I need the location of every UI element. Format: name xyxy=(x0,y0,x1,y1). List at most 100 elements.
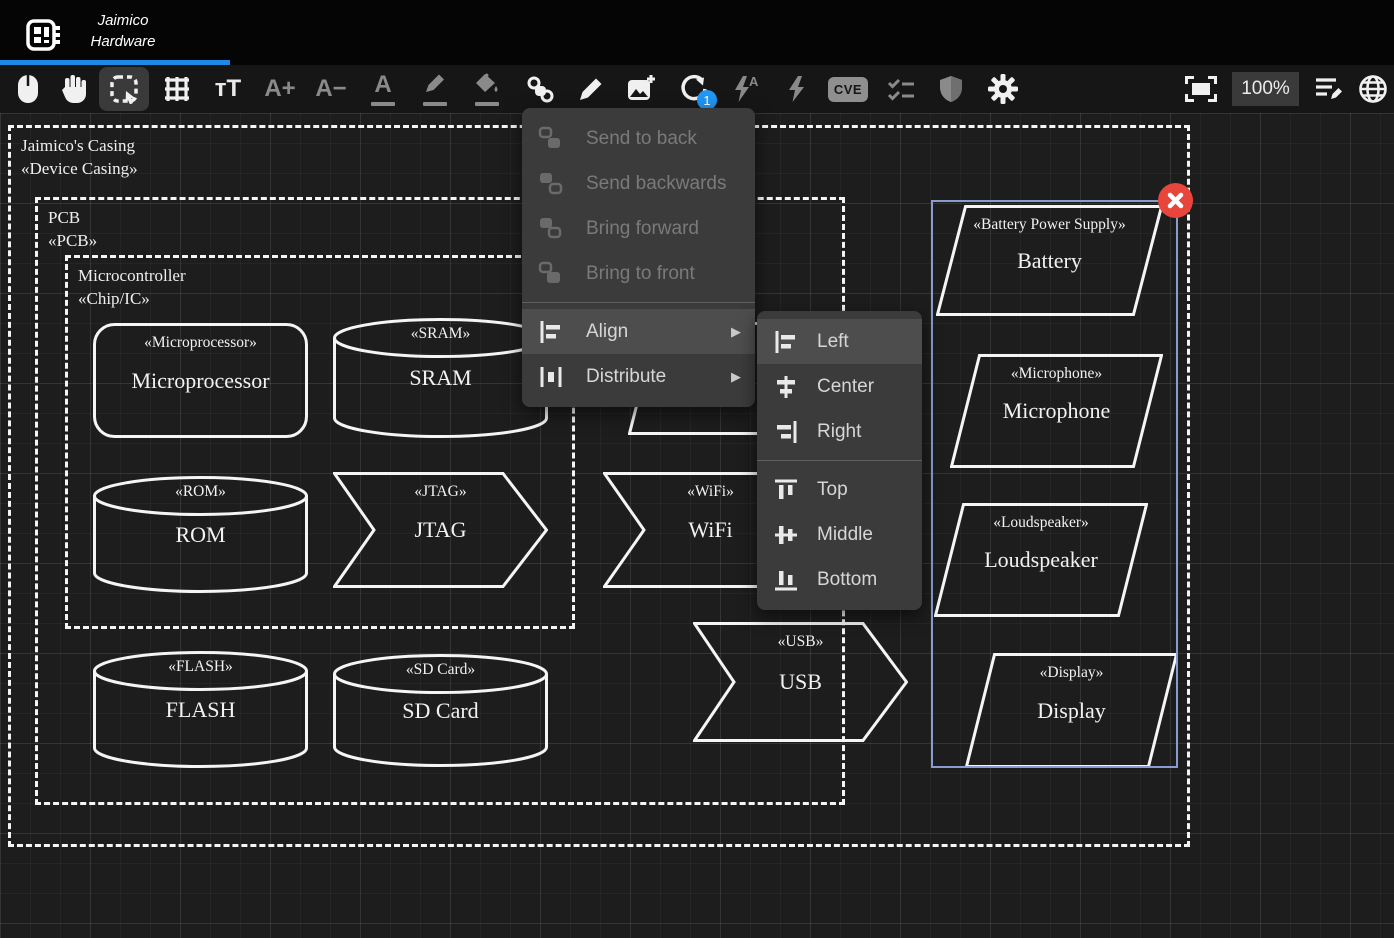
menu-item-send-backwards[interactable]: Send backwards xyxy=(522,161,755,206)
zoom-level-value: 100% xyxy=(1241,78,1290,100)
tab-title: Jaimico Hardware xyxy=(58,10,188,52)
font-color-swatch xyxy=(371,102,395,106)
menu-item-send-to-back[interactable]: Send to back xyxy=(522,116,755,161)
fill-color-swatch xyxy=(475,102,499,106)
pan-tool-button[interactable] xyxy=(50,67,100,111)
submenu-item-align-left[interactable]: Left xyxy=(757,319,922,364)
threat-bolt-icon xyxy=(784,75,808,103)
menu-separator xyxy=(522,302,755,303)
tab-jaimico-hardware[interactable]: Jaimico Hardware xyxy=(0,0,230,65)
menu-item-label: Align xyxy=(586,321,628,343)
align-center-icon xyxy=(773,374,799,400)
node-stereotype: «ROM» xyxy=(93,483,308,501)
cve-badge: CVE xyxy=(828,77,868,102)
fit-screen-button[interactable] xyxy=(1176,67,1226,111)
menu-item-label: Bottom xyxy=(817,569,877,591)
device-casing-label: Jaimico's Casing «Device Casing» xyxy=(21,134,138,180)
link-shapes-button[interactable] xyxy=(515,67,565,111)
menu-item-align[interactable]: Align ▶ xyxy=(522,309,755,354)
node-jtag[interactable]: «JTAG» JTAG xyxy=(333,472,548,588)
tab-title-line2: Hardware xyxy=(58,31,188,52)
submenu-item-align-bottom[interactable]: Bottom xyxy=(757,557,922,602)
submenu-item-align-top[interactable]: Top xyxy=(757,467,922,512)
font-decrease-icon: A− xyxy=(315,75,346,103)
grid-toggle-button[interactable] xyxy=(152,67,202,111)
align-left-icon xyxy=(773,329,799,355)
edit-tool-button[interactable] xyxy=(566,67,616,111)
select-tool-button[interactable] xyxy=(99,67,149,111)
menu-item-label: Distribute xyxy=(586,366,666,388)
stroke-color-swatch xyxy=(423,102,447,106)
menu-item-bring-forward[interactable]: Bring forward xyxy=(522,206,755,251)
notes-edit-icon xyxy=(1314,76,1344,102)
device-casing-name: Jaimico's Casing xyxy=(21,134,138,157)
menu-item-label: Right xyxy=(817,421,861,443)
menu-separator xyxy=(757,460,922,461)
zoom-level-control[interactable]: 100% xyxy=(1232,72,1299,106)
context-menu: Send to back Send backwards Bring forwar… xyxy=(522,108,755,407)
node-rom[interactable]: «ROM» ROM xyxy=(93,476,308,593)
svg-text:A: A xyxy=(749,75,759,89)
microcontroller-stereotype: «Chip/IC» xyxy=(78,287,186,310)
remove-selection-button[interactable] xyxy=(1158,183,1193,218)
node-stereotype: «JTAG» xyxy=(333,483,548,501)
node-usb[interactable]: «USB» USB xyxy=(693,622,908,742)
distribute-icon xyxy=(538,364,564,390)
selection-rectangle[interactable] xyxy=(931,200,1178,768)
fill-color-button[interactable] xyxy=(462,67,512,111)
stroke-color-button[interactable] xyxy=(410,67,460,111)
font-increase-button[interactable]: A+ xyxy=(255,67,305,111)
node-stereotype: «FLASH» xyxy=(93,658,308,676)
node-name: Microprocessor xyxy=(93,368,308,394)
auto-threat-button[interactable]: A xyxy=(721,67,771,111)
device-casing-stereotype: «Device Casing» xyxy=(21,157,138,180)
text-size-button[interactable]: тT xyxy=(203,67,253,111)
pcb-stereotype: «PCB» xyxy=(48,229,97,252)
font-decrease-button[interactable]: A− xyxy=(306,67,356,111)
node-name: FLASH xyxy=(93,697,308,723)
menu-item-label: Bring to front xyxy=(586,263,695,285)
threat-button[interactable] xyxy=(771,67,821,111)
menu-item-label: Send to back xyxy=(586,128,697,150)
node-microprocessor[interactable]: «Microprocessor» Microprocessor xyxy=(93,323,308,438)
font-color-button[interactable]: A xyxy=(358,67,408,111)
node-sram[interactable]: «SRAM» SRAM xyxy=(333,318,548,438)
app-window: { "tab": { "line1": "Jaimico", "line2": … xyxy=(0,0,1394,938)
language-button[interactable] xyxy=(1348,67,1394,111)
menu-item-label: Bring forward xyxy=(586,218,699,240)
shield-button[interactable] xyxy=(926,67,976,111)
node-stereotype: «USB» xyxy=(693,633,908,651)
cve-button[interactable]: CVE xyxy=(823,67,873,111)
align-submenu: Left Center Right Top Middle xyxy=(757,311,922,610)
pan-hand-icon xyxy=(61,74,89,104)
notes-edit-button[interactable] xyxy=(1304,67,1354,111)
redo-count-badge: 1 xyxy=(697,90,717,110)
node-flash[interactable]: «FLASH» FLASH xyxy=(93,651,308,768)
submenu-item-align-middle[interactable]: Middle xyxy=(757,512,922,557)
menu-item-bring-to-front[interactable]: Bring to front xyxy=(522,251,755,296)
menu-item-label: Send backwards xyxy=(586,173,726,195)
add-image-icon xyxy=(626,74,656,104)
align-middle-icon xyxy=(773,522,799,548)
bring-forward-icon xyxy=(538,216,564,242)
node-name: USB xyxy=(693,669,908,695)
menu-item-label: Center xyxy=(817,376,874,398)
fit-screen-icon xyxy=(1185,76,1217,102)
mouse-tool-button[interactable] xyxy=(3,67,53,111)
redo-button[interactable]: 1 xyxy=(669,67,719,111)
checklist-button[interactable] xyxy=(876,67,926,111)
send-to-back-icon xyxy=(538,126,564,152)
node-sdcard[interactable]: «SD Card» SD Card xyxy=(333,654,548,767)
submenu-item-align-center[interactable]: Center xyxy=(757,364,922,409)
microcontroller-name: Microcontroller xyxy=(78,264,186,287)
microcontroller-label: Microcontroller «Chip/IC» xyxy=(78,264,186,310)
submenu-item-align-right[interactable]: Right xyxy=(757,409,922,454)
send-backwards-icon xyxy=(538,171,564,197)
tab-title-line1: Jaimico xyxy=(58,10,188,31)
menu-item-distribute[interactable]: Distribute ▶ xyxy=(522,354,755,399)
settings-button[interactable] xyxy=(978,67,1028,111)
align-bottom-icon xyxy=(773,567,799,593)
add-image-button[interactable] xyxy=(616,67,666,111)
stroke-color-pencil-icon xyxy=(422,73,448,97)
mouse-tool-icon xyxy=(15,74,41,104)
